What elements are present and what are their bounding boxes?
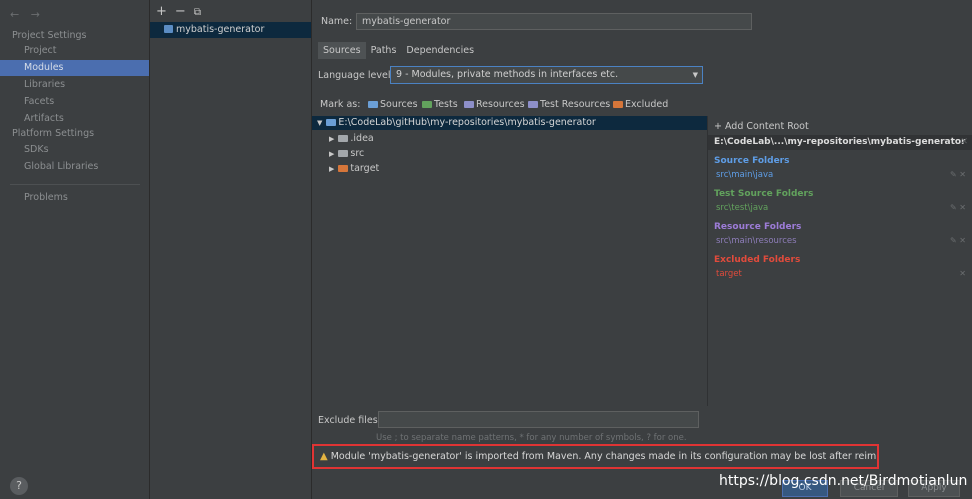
mark-resources-button[interactable]: Resources [464, 99, 525, 110]
copy-module-icon[interactable]: ⧉ [194, 7, 201, 18]
content-roots-panel: + Add Content Root E:\CodeLab\...\my-rep… [707, 116, 972, 406]
exclude-files-label: Exclude files: [318, 415, 381, 426]
remove-module-icon[interactable]: − [175, 4, 186, 19]
module-item-label: mybatis-generator [176, 24, 265, 35]
folder-icon [338, 150, 349, 157]
exclude-hint: Use ; to separate name patterns, * for a… [376, 433, 687, 443]
test-folder-path: src\test\java [716, 203, 769, 213]
tab-sources[interactable]: Sources [318, 42, 366, 59]
mark-tests-button[interactable]: Tests [422, 99, 458, 110]
nav-item-problems[interactable]: Problems [0, 190, 149, 206]
nav-item-project[interactable]: Project [0, 43, 149, 59]
chevron-down-icon: ▼ [692, 71, 698, 79]
folder-icon [326, 119, 337, 126]
nav-item-global-libraries[interactable]: Global Libraries [0, 159, 149, 175]
resource-folder-icon [464, 101, 474, 108]
tree-item-target[interactable]: ▶ target [329, 162, 379, 176]
nav-item-artifacts[interactable]: Artifacts [0, 111, 149, 127]
excluded-folders-title: Excluded Folders [714, 255, 801, 265]
tree-item-src[interactable]: ▶ src [329, 147, 364, 161]
watermark-text: https://blog.csdn.net/Birdmotianlun [719, 473, 968, 489]
module-settings-panel: Name: mybatis-generator Sources Paths Depe… [312, 0, 972, 499]
test-resource-folder-icon [528, 101, 538, 108]
test-folders-title: Test Source Folders [714, 189, 814, 199]
tab-paths[interactable]: Paths [366, 42, 402, 59]
source-folder-path: src\main\java [716, 170, 774, 180]
remove-excluded-close-icon[interactable]: ✕ [959, 269, 966, 278]
module-tabs: Sources Paths Dependencies [318, 42, 479, 59]
warning-text: Module 'mybatis-generator' is imported f… [330, 451, 879, 462]
add-module-icon[interactable]: + [156, 4, 167, 19]
tree-root-label: E:\CodeLab\gitHub\my-repositories\mybati… [338, 117, 596, 128]
expand-down-icon[interactable]: ▼ [317, 119, 322, 127]
nav-item-facets[interactable]: Facets [0, 94, 149, 110]
language-level-value: 9 - Modules, private methods in interfac… [396, 69, 619, 80]
settings-navigation: ← → Project Settings Project Modules Lib… [0, 0, 150, 499]
nav-item-libraries[interactable]: Libraries [0, 77, 149, 93]
warning-icon: ▲ [320, 451, 328, 462]
help-button[interactable]: ? [10, 477, 28, 495]
nav-item-modules[interactable]: Modules [0, 60, 149, 76]
mark-sources-button[interactable]: Sources [368, 99, 418, 110]
modules-toolbar: + − ⧉ [156, 4, 209, 19]
exclude-files-input[interactable] [378, 411, 699, 428]
mark-resources-label: Resources [476, 99, 525, 110]
mark-test-resources-label: Test Resources [540, 99, 611, 110]
mark-excluded-button[interactable]: Excluded [613, 99, 668, 110]
remove-root-close-icon[interactable]: ✕ [960, 135, 968, 150]
nav-divider [10, 184, 140, 185]
excluded-folder-path: target [716, 269, 742, 279]
back-forward-arrows[interactable]: ← → [10, 8, 44, 21]
module-item[interactable]: mybatis-generator [150, 22, 311, 38]
folder-icon [338, 135, 349, 142]
tree-item-label: target [350, 163, 380, 174]
mark-tests-label: Tests [434, 99, 458, 110]
content-tree: ▼ E:\CodeLab\gitHub\my-repositories\mybat… [312, 116, 707, 406]
excluded-folder-icon [338, 165, 349, 172]
excluded-folder-icon [613, 101, 623, 108]
tab-dependencies[interactable]: Dependencies [401, 42, 479, 59]
maven-warning-banner: ▲ Module 'mybatis-generator' is imported … [312, 444, 879, 469]
tree-item-label: src [350, 148, 365, 159]
mark-as-label: Mark as: [320, 99, 361, 110]
mark-excluded-label: Excluded [625, 99, 669, 110]
tree-root-row[interactable]: ▼ E:\CodeLab\gitHub\my-repositories\mybat… [312, 116, 707, 130]
mark-test-resources-button[interactable]: Test Resources [528, 99, 610, 110]
source-folder-icon [368, 101, 378, 108]
modules-panel: + − ⧉ mybatis-generator [150, 0, 312, 499]
edit-remove-icons[interactable]: ✎ ✕ [950, 203, 966, 212]
name-label: Name: [321, 16, 353, 27]
nav-item-sdks[interactable]: SDKs [0, 142, 149, 158]
source-folders-title: Source Folders [714, 156, 790, 166]
edit-remove-icons[interactable]: ✎ ✕ [950, 170, 966, 179]
resource-folder-path: src\main\resources [716, 236, 797, 246]
module-name-input[interactable]: mybatis-generator [356, 13, 752, 30]
content-root-header: E:\CodeLab\...\my-repositories\mybatis-g… [708, 135, 972, 150]
content-root-path: E:\CodeLab\...\my-repositories\mybatis-g… [714, 137, 966, 147]
edit-remove-icons[interactable]: ✎ ✕ [950, 236, 966, 245]
resource-folders-title: Resource Folders [714, 222, 802, 232]
nav-section-platform-settings: Platform Settings [12, 128, 95, 139]
language-level-label: Language level: [318, 70, 394, 81]
tree-item-label: .idea [350, 133, 374, 144]
expand-right-icon[interactable]: ▶ [329, 165, 334, 173]
test-folder-icon [422, 101, 432, 108]
expand-right-icon[interactable]: ▶ [329, 150, 334, 158]
tree-item-idea[interactable]: ▶ .idea [329, 132, 374, 146]
expand-right-icon[interactable]: ▶ [329, 135, 334, 143]
language-level-select[interactable]: 9 - Modules, private methods in interfac… [390, 66, 703, 84]
module-icon [164, 25, 173, 33]
mark-sources-label: Sources [380, 99, 418, 110]
nav-section-project-settings: Project Settings [12, 30, 87, 41]
add-content-root-button[interactable]: + Add Content Root [714, 121, 809, 132]
